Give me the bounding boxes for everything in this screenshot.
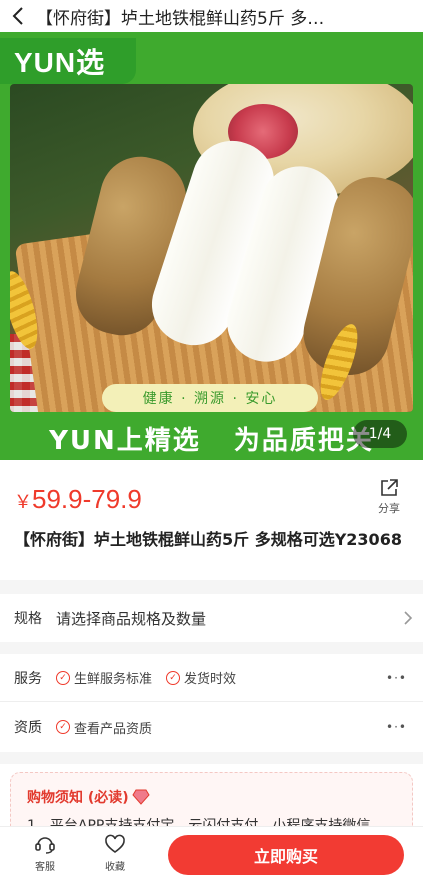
share-button[interactable]: 分享 (373, 478, 405, 516)
spec-label: 规格 (14, 611, 42, 627)
check-circle-icon: ✓ (166, 670, 181, 685)
price-range: 59.9-79.9 (32, 484, 142, 514)
bottom-action-bar: 客服 收藏 立即购买 (0, 826, 423, 881)
check-circle-icon: ✓ (56, 720, 70, 734)
favorite-button[interactable]: 收藏 (90, 833, 140, 873)
top-nav-bar: 【怀府街】垆土地铁棍鲜山药5斤 多… (0, 0, 423, 32)
customer-service-label: 客服 (35, 862, 55, 873)
page-title: 【怀府街】垆土地铁棍鲜山药5斤 多… (36, 8, 325, 29)
favorite-label: 收藏 (105, 862, 125, 873)
service-chip-fresh: ✓ 生鲜服务标准 (56, 668, 152, 687)
customer-service-icon (35, 837, 55, 854)
product-photo (10, 84, 413, 412)
share-label: 分享 (378, 502, 400, 515)
check-circle-icon: ✓ (56, 670, 70, 685)
currency-symbol: ￥ (14, 492, 32, 512)
qualification-row[interactable]: 资质 ✓ 查看产品资质 •·• (0, 703, 423, 751)
chevron-left-icon (12, 7, 23, 25)
price: ￥59.9-79.9 (14, 484, 142, 515)
product-image-carousel[interactable]: YUN选 健康 · 溯源 · 安心 YUN上精选 为品质把关 1/4 (0, 32, 423, 460)
diamond-heart-icon (132, 789, 150, 805)
qualification-label: 资质 (14, 720, 42, 736)
share-icon (381, 479, 398, 496)
spec-value: 请选择商品规格及数量 (56, 609, 207, 628)
service-card: 服务 ✓ 生鲜服务标准 ✓ 发货时效 •·• 资质 ✓ 查看产品资质 •·• (0, 654, 423, 752)
back-button[interactable] (0, 0, 36, 32)
product-info-card: ￥59.9-79.9 分享 【怀府街】垆土地铁棍鲜山药5斤 多规格可选Y2306… (0, 460, 423, 580)
chevron-right-icon (393, 610, 423, 626)
service-chip-shipping: ✓ 发货时效 (166, 668, 236, 687)
service-row[interactable]: 服务 ✓ 生鲜服务标准 ✓ 发货时效 •·• (0, 654, 423, 702)
customer-service-button[interactable]: 客服 (20, 833, 70, 873)
service-label: 服务 (14, 670, 42, 687)
more-icon[interactable]: •·• (386, 671, 407, 685)
more-icon[interactable]: •·• (386, 720, 407, 734)
spec-selector[interactable]: 规格 请选择商品规格及数量 (0, 594, 423, 642)
buy-now-button[interactable]: 立即购买 (168, 835, 404, 875)
yun-select-badge: YUN选 (0, 38, 136, 84)
qualification-chip: ✓ 查看产品资质 (56, 718, 152, 737)
image-page-indicator: 1/4 (353, 420, 407, 448)
heart-icon (105, 834, 125, 853)
notice-title: 购物须知 (必读) (27, 787, 150, 807)
quality-tags-pill: 健康 · 溯源 · 安心 (102, 384, 318, 412)
product-title: 【怀府街】垆土地铁棍鲜山药5斤 多规格可选Y23068 (14, 530, 402, 549)
